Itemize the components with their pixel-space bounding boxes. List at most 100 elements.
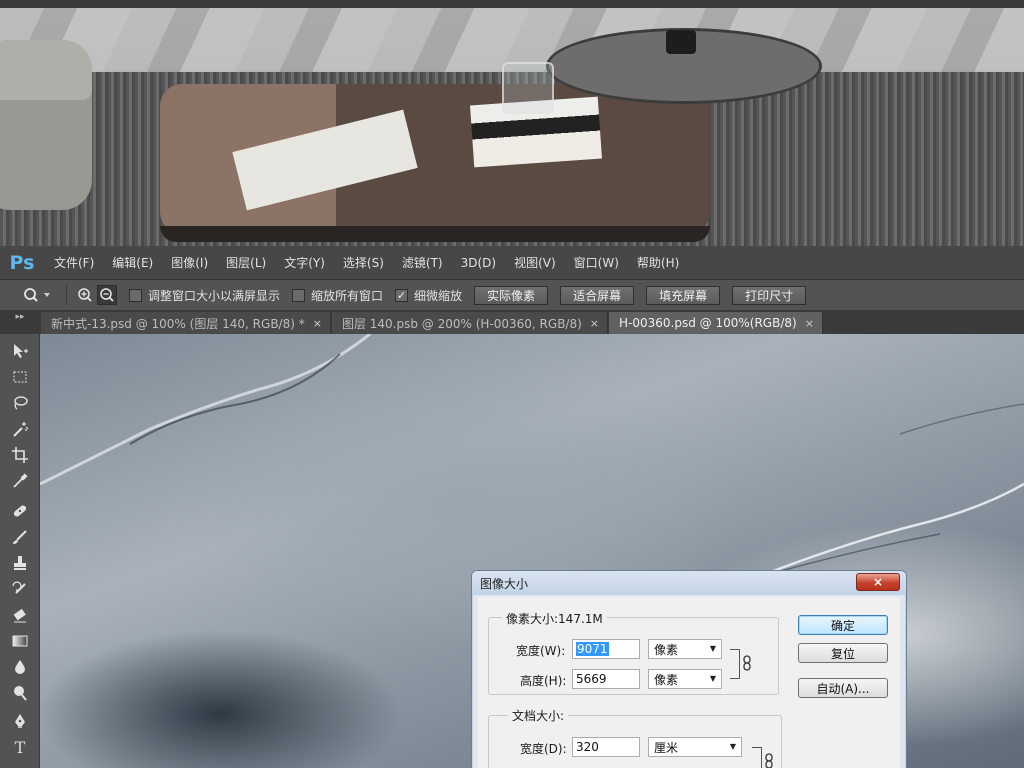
pixel-width-unit-select[interactable]: 像素 ▼ [648, 639, 722, 659]
history-brush-icon [12, 581, 26, 594]
blur-tool[interactable] [8, 656, 32, 678]
document-width-value: 320 [576, 740, 599, 754]
checkbox-box-checked[interactable]: ✓ [395, 288, 409, 302]
pixel-height-input[interactable]: 5669 [572, 669, 640, 689]
unit-label: 像素 [654, 672, 679, 687]
brush-tool[interactable] [8, 526, 32, 548]
photo-coffee-table-edge [160, 226, 710, 242]
actual-pixels-button[interactable]: 实际像素 [474, 285, 549, 305]
document-tab-bar: ▸▸ 新中式-13.psd @ 100% (图层 140, RGB/8) * ×… [0, 311, 1024, 334]
document-width-label: 宽度(D): [520, 742, 567, 756]
menu-3d[interactable]: 3D(D) [457, 254, 500, 272]
scrubby-zoom-label: 细微缩放 [414, 288, 463, 303]
pixel-height-unit-select[interactable]: 像素 ▼ [648, 669, 722, 689]
close-icon[interactable]: × [313, 317, 322, 330]
close-icon[interactable]: × [590, 317, 599, 330]
menu-view[interactable]: 视图(V) [510, 252, 560, 273]
unit-label: 厘米 [654, 740, 679, 755]
document-constrain-bracket [752, 747, 762, 768]
type-tool[interactable]: T [8, 736, 32, 758]
marquee-icon [13, 371, 27, 383]
pen-tool[interactable] [8, 710, 32, 732]
tab-document-1[interactable]: 新中式-13.psd @ 100% (图层 140, RGB/8) * × [41, 312, 331, 334]
clone-stamp-tool[interactable] [8, 552, 32, 574]
auto-button[interactable]: 自动(A)... [798, 678, 888, 698]
menu-bar: Ps 文件(F) 编辑(E) 图像(I) 图层(L) 文字(Y) 选择(S) 滤… [0, 246, 1024, 280]
history-brush-tool[interactable] [8, 578, 32, 600]
eyedropper-icon [13, 473, 28, 488]
checkbox-box[interactable] [129, 288, 142, 302]
photo-sofa-cushion [0, 40, 92, 100]
document-size-legend: 文档大小: [508, 707, 569, 724]
image-size-dialog: 图像大小 × 像素大小:147.1M 宽度(W): 9071 像素 ▼ 高度(H… [471, 570, 907, 768]
zoom-out-button[interactable] [97, 285, 117, 305]
menu-file[interactable]: 文件(F) [50, 252, 98, 273]
resize-windows-label: 调整窗口大小以满屏显示 [148, 288, 281, 303]
dodge-icon [14, 686, 27, 701]
reset-button[interactable]: 复位 [798, 643, 888, 663]
pixel-height-label: 高度(H): [520, 674, 567, 688]
healing-brush-tool[interactable] [8, 500, 32, 522]
zoom-in-button[interactable] [75, 285, 95, 305]
chain-link-icon [743, 655, 751, 675]
move-tool[interactable] [8, 340, 32, 362]
zoom-all-windows-label: 缩放所有窗口 [311, 288, 384, 303]
dialog-body: 像素大小:147.1M 宽度(W): 9071 像素 ▼ 高度(H): 5669… [478, 597, 900, 768]
scrubby-zoom-checkbox[interactable]: ✓ 细微缩放 [395, 287, 462, 304]
tab-label: H-00360.psd @ 100%(RGB/8) [619, 316, 797, 330]
fill-screen-button[interactable]: 填充屏幕 [646, 285, 721, 305]
options-separator [66, 285, 67, 305]
crop-icon [12, 447, 28, 463]
photo-wall-strip [0, 0, 1024, 8]
menu-help[interactable]: 帮助(H) [633, 252, 683, 273]
pixel-width-input[interactable]: 9071 [572, 639, 640, 659]
eraser-tool[interactable] [8, 604, 32, 626]
close-icon[interactable]: × [805, 317, 814, 330]
checkbox-box[interactable] [292, 288, 306, 302]
move-icon [14, 344, 28, 358]
background-photo [0, 0, 1024, 246]
gradient-tool[interactable] [8, 630, 32, 652]
menu-layer[interactable]: 图层(L) [222, 252, 270, 273]
marquee-tool[interactable] [8, 366, 32, 388]
unit-label: 像素 [654, 642, 679, 657]
menu-filter[interactable]: 滤镜(T) [398, 252, 447, 273]
chain-link-icon [765, 753, 773, 768]
eyedropper-tool[interactable] [8, 470, 32, 492]
menu-edit[interactable]: 编辑(E) [108, 252, 157, 273]
gradient-icon [12, 635, 28, 647]
eraser-icon [13, 608, 26, 623]
photo-mug [666, 30, 696, 54]
menu-window[interactable]: 窗口(W) [570, 252, 623, 273]
menu-select[interactable]: 选择(S) [339, 252, 388, 273]
bandage-icon [13, 505, 27, 517]
stamp-icon [14, 556, 26, 570]
tools-panel: T [0, 334, 40, 768]
menu-type[interactable]: 文字(Y) [280, 252, 329, 273]
tab-document-3[interactable]: H-00360.psd @ 100%(RGB/8) × [609, 312, 823, 334]
pixel-dimensions-legend: 像素大小:147.1M [502, 610, 607, 627]
document-width-unit-select[interactable]: 厘米 ▼ [648, 737, 742, 757]
resize-windows-checkbox[interactable]: 调整窗口大小以满屏显示 [129, 287, 280, 304]
zoom-tool-preset[interactable] [16, 283, 60, 307]
menu-image[interactable]: 图像(I) [167, 252, 212, 273]
dodge-tool[interactable] [8, 682, 32, 704]
lasso-icon [14, 396, 28, 410]
dialog-close-button[interactable]: × [856, 573, 900, 591]
pixel-width-label: 宽度(W): [516, 644, 566, 658]
brush-icon [13, 530, 27, 544]
magic-wand-icon [13, 422, 29, 437]
lasso-tool[interactable] [8, 392, 32, 414]
crop-tool[interactable] [8, 444, 32, 466]
tab-document-2[interactable]: 图层 140.psb @ 200% (H-00360, RGB/8) × [331, 312, 609, 334]
document-width-input[interactable]: 320 [572, 737, 640, 757]
tab-label: 图层 140.psb @ 200% (H-00360, RGB/8) [341, 316, 582, 331]
magic-wand-tool[interactable] [8, 418, 32, 440]
pen-icon [15, 714, 25, 728]
print-size-button[interactable]: 打印尺寸 [732, 285, 807, 305]
pixel-height-value: 5669 [576, 672, 607, 686]
ok-button[interactable]: 确定 [798, 615, 888, 635]
panel-collapse-toggle[interactable]: ▸▸ [0, 311, 40, 334]
fit-screen-button[interactable]: 适合屏幕 [560, 285, 635, 305]
zoom-all-windows-checkbox[interactable]: 缩放所有窗口 [292, 287, 383, 304]
